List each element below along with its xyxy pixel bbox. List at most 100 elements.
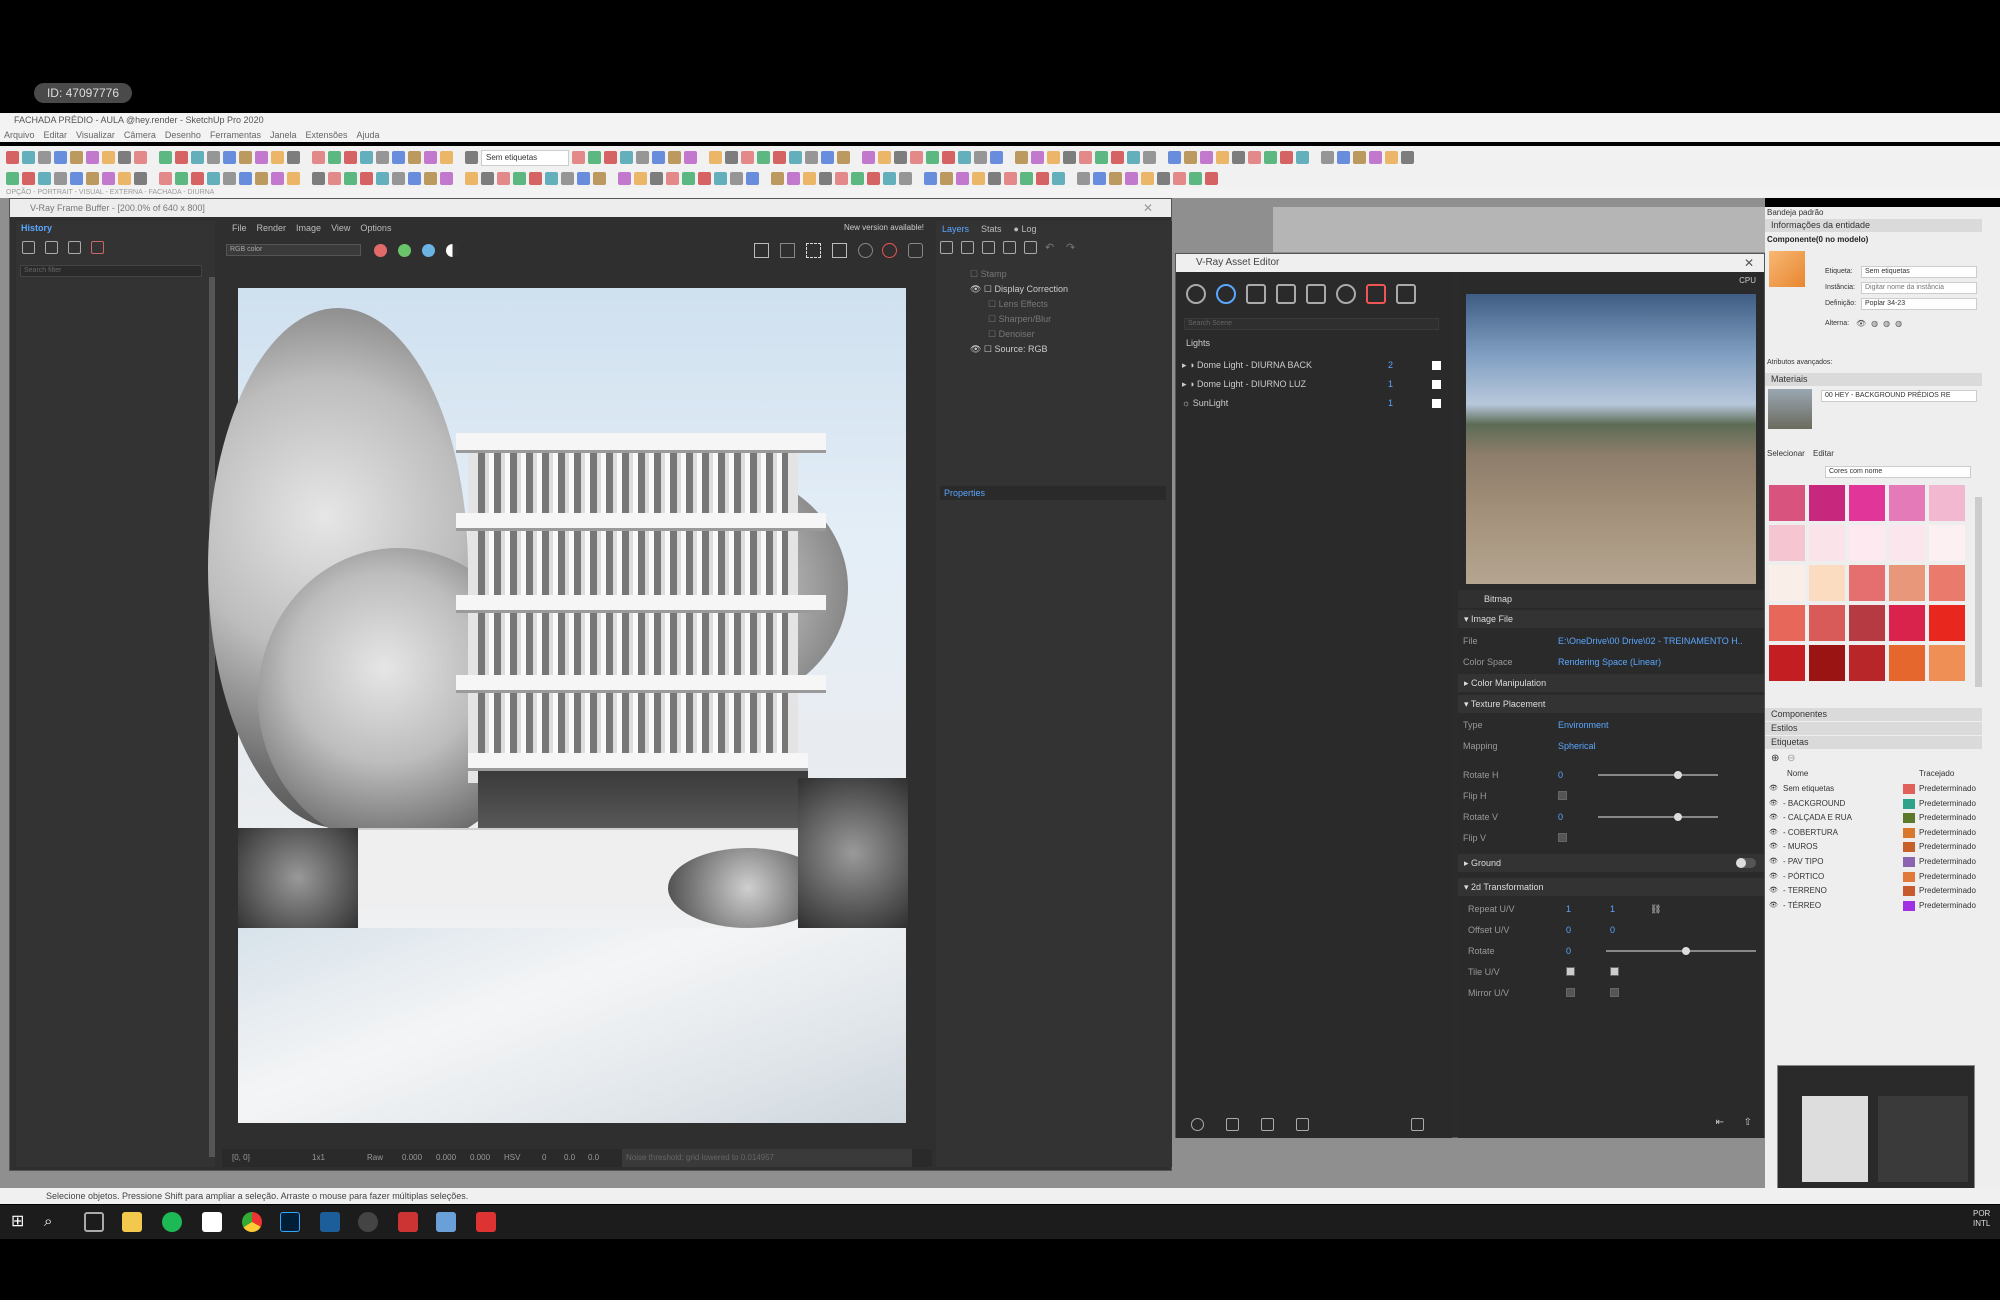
color-swatch[interactable]	[1769, 605, 1805, 641]
vfb-menu-render[interactable]: Render	[257, 221, 287, 235]
tool-icon[interactable]	[207, 151, 220, 164]
tool-icon[interactable]	[1004, 172, 1017, 185]
light-item[interactable]: ▸ ◑ Dome Light - DIURNA BACK 2	[1182, 356, 1444, 375]
tool-icon[interactable]	[1280, 151, 1293, 164]
tool-icon[interactable]	[1184, 151, 1197, 164]
tile-v-checkbox[interactable]	[1610, 967, 1619, 976]
tool-icon[interactable]	[1337, 151, 1350, 164]
tool-icon[interactable]	[175, 172, 188, 185]
tag-dash[interactable]: Predeterminado	[1919, 855, 1976, 869]
tool-icon[interactable]	[636, 151, 649, 164]
tool-icon[interactable]	[1063, 151, 1076, 164]
color-swatch[interactable]	[1849, 605, 1885, 641]
clear-image-icon[interactable]	[780, 243, 795, 258]
tag-row[interactable]: 👁 - MUROS Predeterminado	[1769, 840, 1979, 854]
tool-icon[interactable]	[894, 151, 907, 164]
tool-icon[interactable]	[572, 151, 585, 164]
light-enable-checkbox[interactable]	[1432, 361, 1441, 370]
layers-icon[interactable]	[1276, 284, 1296, 304]
tool-icon[interactable]	[54, 151, 67, 164]
tag-row[interactable]: 👁 Sem etiquetas Predeterminado	[1769, 782, 1979, 796]
entity-info-header[interactable]: Informações da entidade	[1765, 219, 1982, 232]
add-tag-icon[interactable]: ⊕	[1771, 753, 1779, 764]
tool-icon[interactable]	[328, 151, 341, 164]
app-icon-3[interactable]	[436, 1212, 456, 1232]
tool-icon[interactable]	[70, 151, 83, 164]
color-swatch[interactable]	[1889, 565, 1925, 601]
tag-color[interactable]	[1903, 900, 1915, 911]
tool-icon[interactable]	[6, 151, 19, 164]
vfb-menu-options[interactable]: Options	[360, 221, 391, 235]
tool-icon[interactable]	[682, 172, 695, 185]
tool-icon[interactable]	[821, 151, 834, 164]
visibility-icon[interactable]: 👁	[1769, 855, 1778, 869]
layer-item[interactable]: ☐ Sharpen/Blur	[940, 312, 1166, 327]
texture-placement-section[interactable]: ▾ Texture Placement	[1458, 695, 1764, 713]
windows-start-icon[interactable]: ⊞	[11, 1212, 31, 1232]
tool-icon[interactable]	[561, 172, 574, 185]
visibility-icon[interactable]: 👁	[1769, 811, 1778, 825]
tool-icon[interactable]	[191, 172, 204, 185]
history-scrollbar[interactable]	[209, 277, 215, 1157]
color-swatch[interactable]	[1929, 485, 1965, 521]
tool-icon[interactable]	[924, 172, 937, 185]
interactive-render-icon[interactable]	[858, 243, 873, 258]
language-indicator[interactable]: POR INTL	[1973, 1209, 1990, 1229]
tool-icon[interactable]	[942, 151, 955, 164]
tool-icon[interactable]	[328, 172, 341, 185]
tool-icon[interactable]	[746, 172, 759, 185]
tool-icon[interactable]	[271, 172, 284, 185]
toggle-icons[interactable]: 👁◍◍◍	[1856, 319, 1907, 328]
tool-icon[interactable]	[376, 151, 389, 164]
tag-dash[interactable]: Predeterminado	[1919, 870, 1976, 884]
stop-render-icon[interactable]	[908, 243, 923, 258]
color-manipulation-section[interactable]: ▸ Color Manipulation	[1458, 674, 1764, 692]
tool-icon[interactable]	[990, 151, 1003, 164]
tool-icon[interactable]	[725, 151, 738, 164]
tool-icon[interactable]	[620, 151, 633, 164]
tool-icon[interactable]	[1205, 172, 1218, 185]
tool-icon[interactable]	[22, 151, 35, 164]
add-layer-icon[interactable]	[940, 241, 953, 254]
color-space-select[interactable]: Rendering Space (Linear)	[1558, 653, 1661, 671]
spotify-icon[interactable]	[162, 1212, 182, 1232]
tag-row[interactable]: 👁 - TÉRREO Predeterminado	[1769, 899, 1979, 913]
tag-color[interactable]	[1903, 886, 1915, 897]
color-swatch[interactable]	[1849, 525, 1885, 561]
tool-icon[interactable]	[54, 172, 67, 185]
tool-icon[interactable]	[255, 172, 268, 185]
tool-icon[interactable]	[577, 172, 590, 185]
tool-icon[interactable]	[835, 172, 848, 185]
tool-icon[interactable]	[618, 172, 631, 185]
tool-icon[interactable]	[22, 172, 35, 185]
tool-icon[interactable]	[191, 151, 204, 164]
tool-icon[interactable]	[1385, 151, 1398, 164]
tool-icon[interactable]	[102, 151, 115, 164]
file-explorer-icon[interactable]	[122, 1212, 142, 1232]
light-item[interactable]: ☼ SunLight 1	[1182, 394, 1444, 413]
tool-icon[interactable]	[1353, 151, 1366, 164]
mirror-u-checkbox[interactable]	[1566, 988, 1575, 997]
materials-header[interactable]: Materiais	[1765, 373, 1982, 386]
color-swatch[interactable]	[1929, 525, 1965, 561]
tool-icon[interactable]	[698, 172, 711, 185]
tool-icon[interactable]	[666, 172, 679, 185]
tool-icon[interactable]	[1173, 172, 1186, 185]
tool-icon[interactable]	[38, 172, 51, 185]
tag-dash[interactable]: Predeterminado	[1919, 782, 1976, 796]
tool-icon[interactable]	[408, 172, 421, 185]
purge-icon[interactable]	[1411, 1117, 1424, 1131]
remove-tag-icon[interactable]: ⊖	[1787, 753, 1795, 764]
menu-6[interactable]: Janela	[270, 128, 297, 142]
tool-icon[interactable]	[730, 172, 743, 185]
tag-color[interactable]	[1903, 857, 1915, 867]
delete-icon[interactable]	[91, 241, 104, 254]
tool-icon[interactable]	[440, 172, 453, 185]
tags-header[interactable]: Etiquetas	[1765, 736, 1982, 749]
layer-item[interactable]: ☐ Denoiser	[940, 327, 1166, 342]
channel-select[interactable]: RGB color	[226, 244, 361, 256]
alpha-channel-icon[interactable]	[446, 244, 459, 257]
save-layers-icon[interactable]	[982, 241, 995, 254]
tool-icon[interactable]	[1052, 172, 1065, 185]
tool-icon[interactable]	[287, 172, 300, 185]
